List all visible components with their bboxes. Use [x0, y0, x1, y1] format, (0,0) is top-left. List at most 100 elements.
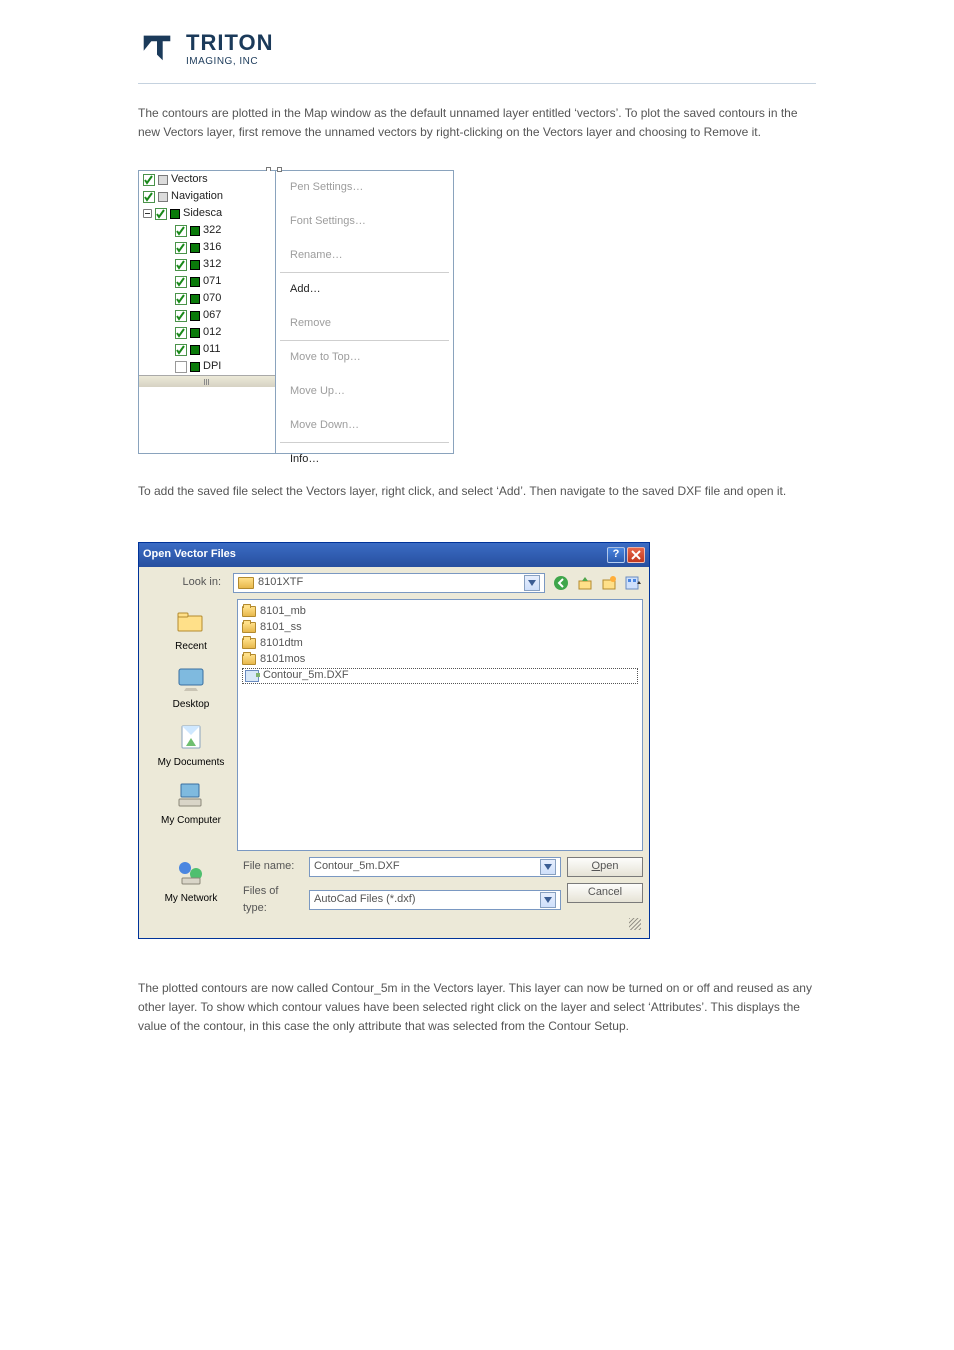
place-label: My Computer: [161, 813, 221, 829]
text: The contours are plotted in the Map wind…: [138, 106, 574, 120]
scrollbar[interactable]: [139, 375, 275, 387]
filename-field[interactable]: Contour_5m.DXF: [309, 857, 561, 877]
list-item[interactable]: 8101_mb: [242, 604, 638, 620]
lookin-value: 8101XTF: [258, 574, 303, 592]
context-menu: Pen Settings… Font Settings… Rename… Add…: [275, 171, 453, 453]
filetype-field[interactable]: AutoCad Files (*.dxf): [309, 890, 561, 910]
lookin-dropdown[interactable]: 8101XTF: [233, 573, 545, 593]
help-button[interactable]: ?: [607, 547, 625, 563]
content: The contours are plotted in the Map wind…: [0, 84, 954, 1036]
menu-move-up[interactable]: Move Up…: [276, 375, 453, 409]
cancel-button[interactable]: Cancel: [567, 883, 643, 903]
menu-move-down[interactable]: Move Down…: [276, 409, 453, 443]
chevron-down-icon[interactable]: [540, 859, 556, 875]
place-recent[interactable]: Recent: [145, 605, 237, 655]
place-label: Recent: [175, 639, 207, 655]
place-label: My Documents: [158, 755, 225, 771]
menu-font-settings[interactable]: Font Settings…: [276, 205, 453, 239]
layer-tree[interactable]: Vectors Navigation Sidesca 322 316 312 0…: [139, 171, 275, 453]
checkbox-icon[interactable]: [175, 344, 187, 356]
checkbox-icon[interactable]: [143, 174, 155, 186]
list-item[interactable]: 8101mos: [242, 652, 638, 668]
brand-sub: IMAGING, INC: [186, 56, 273, 67]
brand-name: TRITON: [186, 30, 273, 56]
desktop-icon: [175, 663, 207, 695]
menu-pen-settings[interactable]: Pen Settings…: [276, 171, 453, 205]
checkbox-icon[interactable]: [175, 259, 187, 271]
place-network[interactable]: My Network: [145, 857, 237, 907]
text-quote: ‘Add’: [496, 484, 523, 498]
logo-text: TRITON IMAGING, INC: [186, 30, 273, 67]
tree-item[interactable]: Vectors: [171, 171, 208, 188]
tree-item[interactable]: Navigation: [171, 188, 223, 206]
tree-leaf[interactable]: 067: [203, 307, 221, 325]
computer-icon: [175, 779, 207, 811]
chevron-down-icon[interactable]: [540, 892, 556, 908]
open-button[interactable]: Open: [567, 857, 643, 877]
list-item-selected[interactable]: Contour_5m.DXF: [242, 668, 638, 684]
folder-icon: [242, 638, 256, 649]
checkbox-icon[interactable]: [175, 310, 187, 322]
dxf-file-icon: [245, 670, 259, 682]
text: To add the saved file select the Vectors…: [138, 484, 496, 498]
toolbar-icons: [551, 573, 643, 593]
menu-add[interactable]: Add…: [276, 273, 453, 307]
tree-leaf[interactable]: 011: [203, 341, 221, 359]
checkbox-icon[interactable]: [175, 242, 187, 254]
list-item[interactable]: 8101_ss: [242, 620, 638, 636]
places-bar: Recent Desktop My Documents My Comp: [145, 599, 237, 851]
paragraph-3: The plotted contours are now called Cont…: [138, 979, 816, 1037]
new-folder-icon[interactable]: [599, 573, 619, 593]
file-list[interactable]: 8101_mb 8101_ss 8101dtm 8101mos Contour_…: [237, 599, 643, 851]
text: . Then navigate to the saved DXF file an…: [523, 484, 786, 498]
view-menu-icon[interactable]: [623, 573, 643, 593]
tree-leaf[interactable]: DPI: [203, 358, 221, 376]
place-mydocs[interactable]: My Documents: [145, 721, 237, 771]
logo-mark-icon: [138, 28, 176, 69]
menu-move-top[interactable]: Move to Top…: [276, 341, 453, 375]
text-quote: ‘vectors’: [574, 106, 618, 120]
collapse-icon[interactable]: [143, 209, 152, 218]
menu-info[interactable]: Info…: [276, 443, 453, 477]
network-icon: [175, 857, 207, 889]
list-item[interactable]: 8101dtm: [242, 636, 638, 652]
chevron-down-icon[interactable]: [524, 575, 540, 591]
text-quote: ‘Attributes’: [648, 1000, 704, 1014]
folder-icon: [242, 606, 256, 617]
open-file-dialog: Open Vector Files ? Look in: 8101XTF: [138, 542, 650, 939]
dialog-title: Open Vector Files: [143, 546, 236, 564]
tree-leaf[interactable]: 071: [203, 273, 221, 291]
place-label: Desktop: [173, 697, 210, 713]
checkbox-icon[interactable]: [155, 208, 167, 220]
tree-leaf[interactable]: 312: [203, 256, 221, 274]
tree-leaf[interactable]: 012: [203, 324, 221, 342]
up-icon[interactable]: [575, 573, 595, 593]
close-button[interactable]: [627, 547, 645, 563]
resize-grip-icon[interactable]: [145, 918, 643, 932]
checkbox-icon[interactable]: [175, 293, 187, 305]
checkbox-icon[interactable]: [175, 225, 187, 237]
menu-remove[interactable]: Remove: [276, 307, 453, 341]
folder-icon: [242, 622, 256, 633]
menu-rename[interactable]: Rename…: [276, 239, 453, 273]
place-desktop[interactable]: Desktop: [145, 663, 237, 713]
checkbox-icon[interactable]: [175, 327, 187, 339]
titlebar[interactable]: Open Vector Files ?: [139, 543, 649, 567]
paragraph-1: The contours are plotted in the Map wind…: [138, 104, 816, 142]
page: TRITON IMAGING, INC The contours are plo…: [0, 0, 954, 1036]
back-icon[interactable]: [551, 573, 571, 593]
screenshot-tree-menu: Vectors Navigation Sidesca 322 316 312 0…: [138, 170, 454, 454]
filetype-label: Files of type:: [243, 883, 303, 918]
tree-item[interactable]: Sidesca: [183, 205, 222, 223]
logo: TRITON IMAGING, INC: [0, 0, 954, 69]
place-label: My Network: [165, 891, 218, 907]
documents-icon: [175, 721, 207, 753]
folder-icon: [242, 654, 256, 665]
checkbox-icon[interactable]: [143, 191, 155, 203]
tree-leaf[interactable]: 316: [203, 239, 221, 257]
place-mycomputer[interactable]: My Computer: [145, 779, 237, 829]
paragraph-2: To add the saved file select the Vectors…: [138, 482, 816, 501]
tree-leaf[interactable]: 070: [203, 290, 221, 308]
checkbox-icon[interactable]: [175, 276, 187, 288]
tree-leaf[interactable]: 322: [203, 222, 221, 240]
